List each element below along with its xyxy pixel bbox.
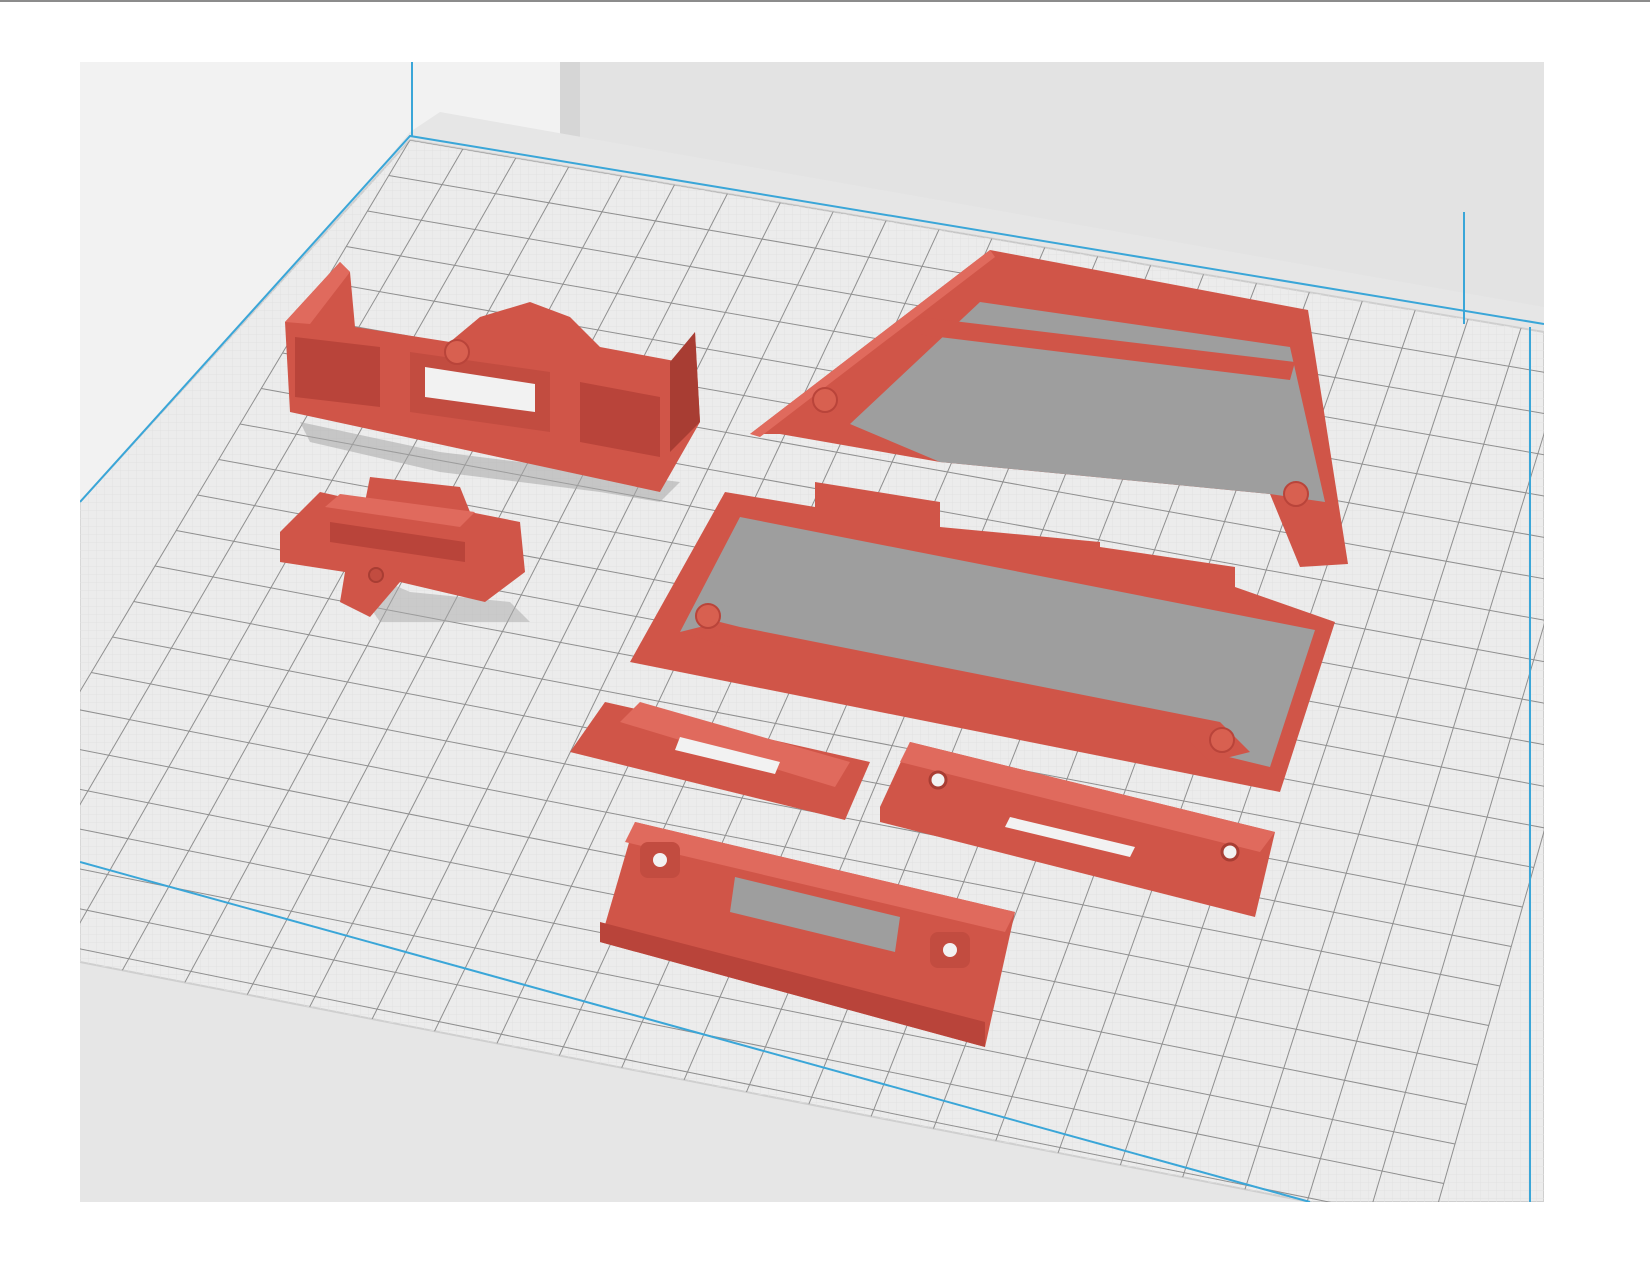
slotted-block-hole-left (928, 770, 948, 790)
rectangular-frame-peg-left (695, 603, 721, 629)
top-divider (0, 0, 1650, 2)
rectangular-frame-peg-right (1209, 727, 1235, 753)
mounting-block-hole-right (943, 943, 957, 957)
mounting-block-hole-left (653, 853, 667, 867)
small-clip-hole (368, 567, 384, 583)
triangular-frame-peg-left (812, 387, 838, 413)
3d-viewport[interactable] (80, 62, 1544, 1202)
curved-bracket-knob (444, 339, 470, 365)
scene-canvas[interactable] (80, 62, 1544, 1202)
slotted-block-hole-right (1220, 842, 1240, 862)
curved-bracket-panel-left (295, 337, 380, 407)
triangular-frame-peg-right (1283, 481, 1309, 507)
